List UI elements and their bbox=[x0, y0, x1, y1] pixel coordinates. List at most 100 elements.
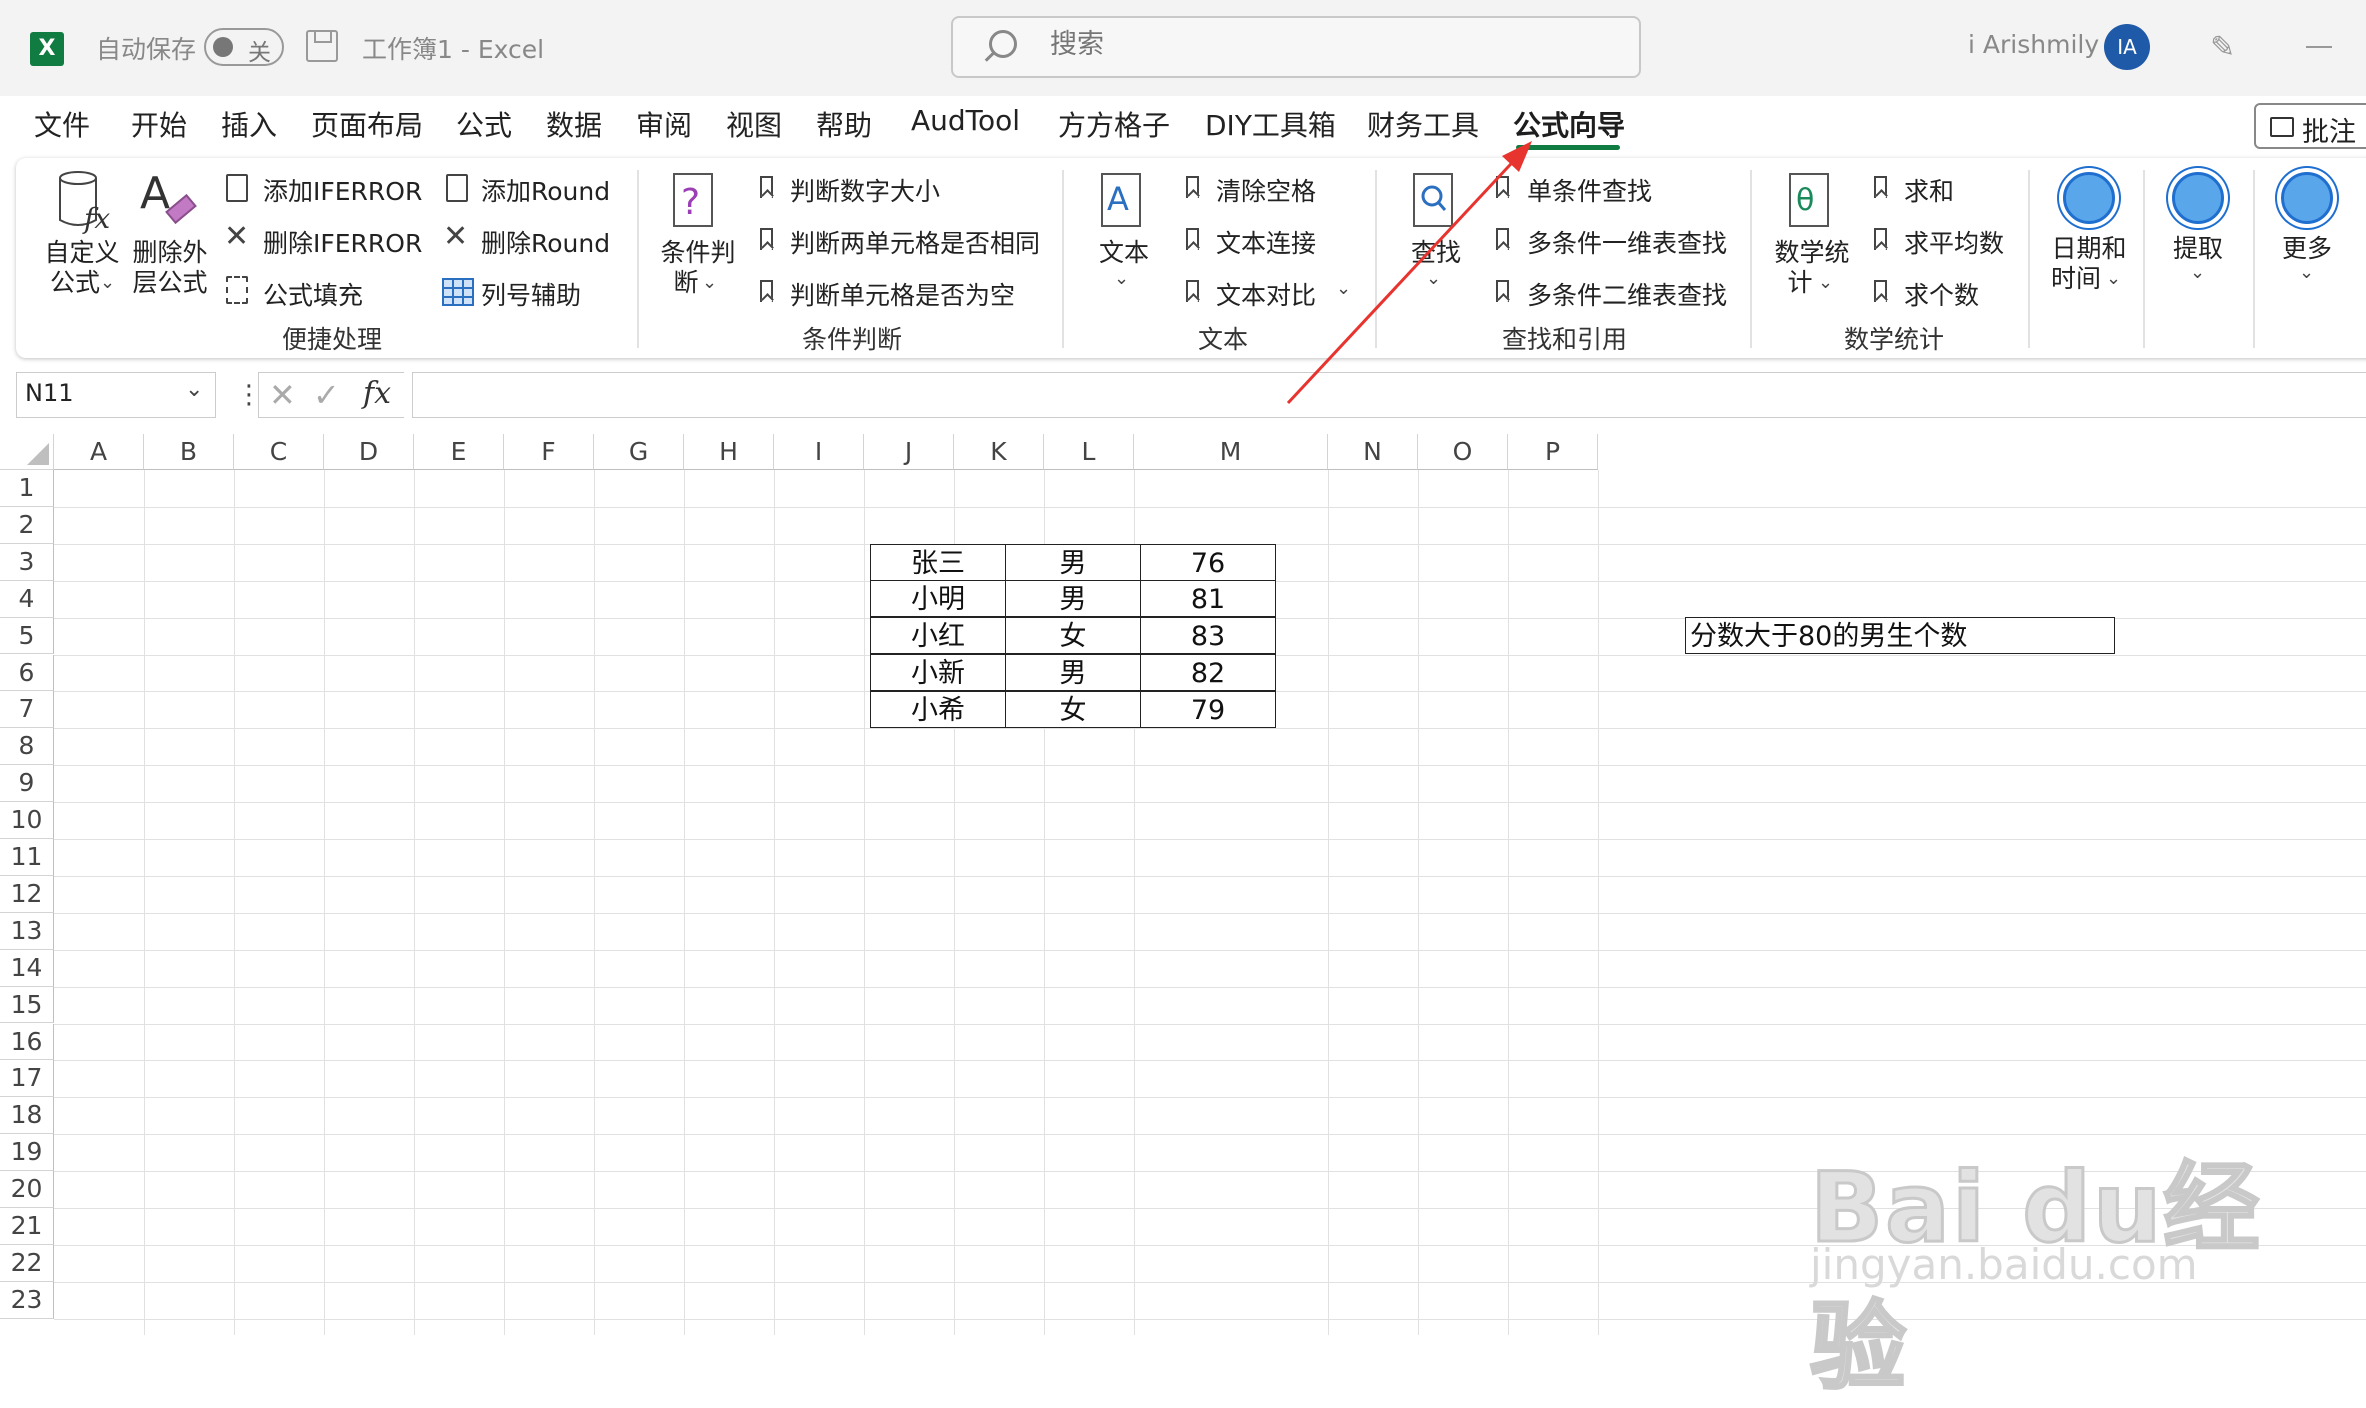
table-cell[interactable]: 小希 bbox=[870, 691, 1006, 728]
column-header[interactable]: K bbox=[954, 434, 1044, 470]
row-header[interactable]: 4 bbox=[0, 580, 54, 618]
tab-fangfanggezi[interactable]: 方方格子 bbox=[1058, 104, 1170, 144]
minimize-icon[interactable] bbox=[2306, 46, 2332, 48]
table-cell[interactable]: 79 bbox=[1140, 691, 1276, 728]
eraser-text-icon: A bbox=[140, 168, 197, 225]
avatar[interactable]: IA bbox=[2104, 24, 2150, 70]
row-header[interactable]: 16 bbox=[0, 1023, 54, 1061]
row-header[interactable]: 7 bbox=[0, 691, 54, 729]
row-header[interactable]: 21 bbox=[0, 1208, 54, 1245]
tab-home[interactable]: 开始 bbox=[131, 104, 187, 144]
confirm-icon[interactable]: ✓ bbox=[313, 376, 340, 414]
table-cell[interactable]: 张三 bbox=[870, 544, 1006, 581]
table-cell[interactable]: 小红 bbox=[870, 617, 1006, 654]
select-all-button[interactable] bbox=[0, 434, 54, 470]
tab-insert[interactable]: 插入 bbox=[221, 104, 277, 144]
table-cell[interactable]: 女 bbox=[1005, 691, 1141, 728]
name-box[interactable]: N11 ⌄ bbox=[16, 372, 216, 418]
row-header[interactable]: 13 bbox=[0, 912, 54, 950]
row-header[interactable]: 3 bbox=[0, 543, 54, 581]
row-header[interactable]: 17 bbox=[0, 1060, 54, 1098]
column-header[interactable]: F bbox=[504, 434, 594, 470]
table-cell[interactable]: 男 bbox=[1005, 544, 1141, 581]
column-header[interactable]: B bbox=[144, 434, 234, 470]
row-header[interactable]: 23 bbox=[0, 1281, 54, 1319]
column-header[interactable]: E bbox=[414, 434, 504, 470]
tab-finance-tools[interactable]: 财务工具 bbox=[1367, 104, 1479, 144]
group-separator bbox=[2028, 170, 2030, 348]
tab-file[interactable]: 文件 bbox=[34, 104, 90, 144]
column-header[interactable]: O bbox=[1418, 434, 1508, 470]
formula-input[interactable] bbox=[412, 372, 2366, 418]
table-cell[interactable]: 女 bbox=[1005, 617, 1141, 654]
pen-icon[interactable]: ✎ bbox=[2210, 30, 2246, 66]
tab-data[interactable]: 数据 bbox=[546, 104, 602, 144]
more-label: 更多 bbox=[2281, 234, 2332, 263]
column-header[interactable]: P bbox=[1508, 434, 1598, 470]
table-cell[interactable]: 83 bbox=[1140, 617, 1276, 654]
grid-column-line bbox=[324, 470, 325, 1335]
tab-page-layout[interactable]: 页面布局 bbox=[311, 104, 423, 144]
trim-spaces-label: 清除空格 bbox=[1216, 177, 1317, 206]
table-cell[interactable]: 82 bbox=[1140, 654, 1276, 691]
row-header[interactable]: 19 bbox=[0, 1134, 54, 1172]
row-header[interactable]: 12 bbox=[0, 875, 54, 913]
table-cell[interactable]: 小明 bbox=[870, 580, 1006, 617]
column-header[interactable]: C bbox=[234, 434, 324, 470]
delete-outer-label-2: 层公式 bbox=[132, 268, 208, 297]
comments-button[interactable]: 批注 bbox=[2254, 103, 2366, 149]
insert-function-icon[interactable]: fx bbox=[363, 376, 391, 411]
column-header[interactable]: M bbox=[1134, 434, 1328, 470]
row-header[interactable]: 1 bbox=[0, 470, 54, 507]
close-icon: ✕ bbox=[224, 219, 250, 254]
tab-diy-toolbox[interactable]: DIY工具箱 bbox=[1205, 104, 1336, 144]
row-header[interactable]: 6 bbox=[0, 654, 54, 692]
row-header[interactable]: 20 bbox=[0, 1171, 54, 1208]
column-header[interactable]: I bbox=[774, 434, 864, 470]
column-header[interactable]: G bbox=[594, 434, 684, 470]
table-cell[interactable]: 男 bbox=[1005, 654, 1141, 691]
table-cell[interactable]: 男 bbox=[1005, 580, 1141, 617]
custom-formula-icon: fx bbox=[59, 171, 110, 235]
column-header[interactable]: J bbox=[864, 434, 954, 470]
autosave-toggle[interactable]: 关 bbox=[204, 28, 284, 66]
column-header[interactable]: A bbox=[54, 434, 144, 470]
extract-circle-icon bbox=[2172, 172, 2224, 224]
search-box[interactable] bbox=[951, 16, 1641, 78]
table-grid-icon bbox=[442, 278, 474, 306]
note-cell[interactable]: 分数大于80的男生个数 bbox=[1685, 617, 2115, 654]
row-header[interactable]: 8 bbox=[0, 728, 54, 766]
table-cell[interactable]: 76 bbox=[1140, 544, 1276, 581]
tab-view[interactable]: 视图 bbox=[726, 104, 782, 144]
table-cell[interactable]: 81 bbox=[1140, 580, 1276, 617]
cancel-icon[interactable]: ✕ bbox=[269, 376, 296, 414]
column-header[interactable]: L bbox=[1044, 434, 1134, 470]
group-separator bbox=[637, 170, 639, 348]
tab-formulas[interactable]: 公式 bbox=[456, 104, 512, 144]
row-header[interactable]: 18 bbox=[0, 1097, 54, 1135]
tab-audtool[interactable]: AudTool bbox=[911, 104, 1020, 137]
add-round-label: 添加Round bbox=[481, 177, 611, 206]
tab-review[interactable]: 审阅 bbox=[636, 104, 692, 144]
row-header[interactable]: 11 bbox=[0, 839, 54, 876]
row-header[interactable]: 9 bbox=[0, 765, 54, 803]
sum-label: 求和 bbox=[1904, 177, 1955, 206]
row-header[interactable]: 22 bbox=[0, 1244, 54, 1282]
save-icon[interactable] bbox=[306, 30, 338, 62]
column-header[interactable]: D bbox=[324, 434, 414, 470]
row-header[interactable]: 10 bbox=[0, 802, 54, 839]
tab-help[interactable]: 帮助 bbox=[816, 104, 872, 144]
column-header[interactable]: N bbox=[1328, 434, 1418, 470]
chevron-down-icon[interactable]: ⌄ bbox=[185, 377, 203, 402]
column-header[interactable]: H bbox=[684, 434, 774, 470]
row-header[interactable]: 14 bbox=[0, 949, 54, 987]
tab-formula-wizard[interactable]: 公式向导 bbox=[1513, 104, 1625, 144]
row-header[interactable]: 2 bbox=[0, 506, 54, 544]
toggle-knob bbox=[213, 37, 233, 57]
row-header[interactable]: 15 bbox=[0, 986, 54, 1024]
table-cell[interactable]: 小新 bbox=[870, 654, 1006, 691]
search-input[interactable] bbox=[1048, 28, 1552, 61]
lookup-label: 查找 bbox=[1410, 238, 1461, 267]
group-separator bbox=[1062, 170, 1064, 348]
row-header[interactable]: 5 bbox=[0, 617, 54, 655]
